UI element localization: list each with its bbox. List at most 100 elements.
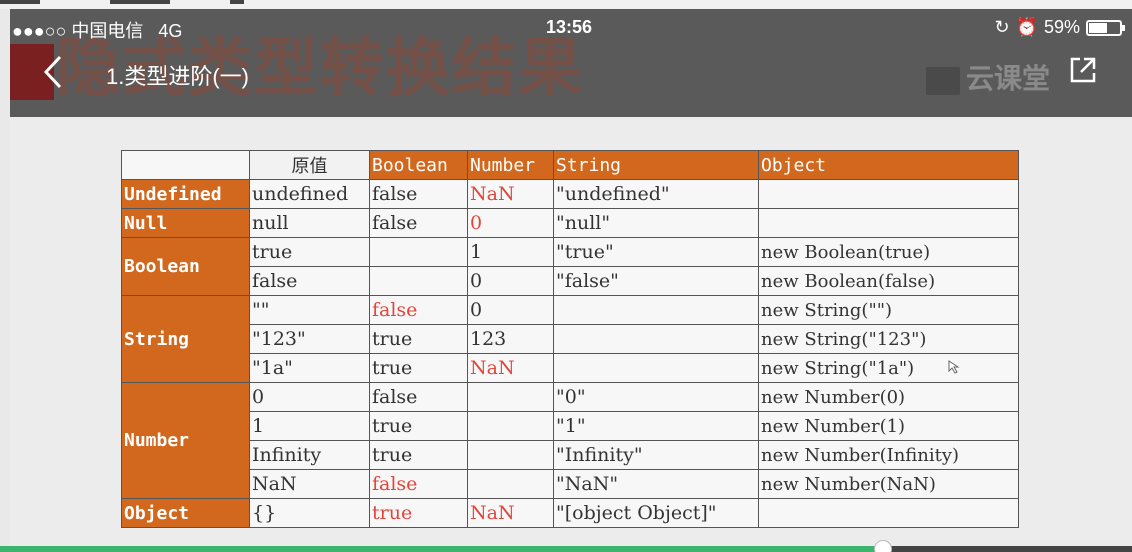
cell-boolean: false (369, 469, 468, 499)
battery-percent: 59% (1043, 17, 1080, 37)
strip-mark (110, 0, 170, 4)
back-icon[interactable] (42, 55, 64, 95)
cell-string: "undefined" (553, 179, 759, 209)
cell-number (467, 411, 554, 441)
cell-number: 1 (467, 237, 554, 267)
progress-handle[interactable] (873, 540, 892, 552)
header-string: String (553, 150, 759, 180)
cell-object (758, 498, 1019, 528)
nav-title: 1.类型进阶(一) (106, 64, 250, 89)
cell-boolean: false (369, 179, 468, 209)
cell-original: null (249, 208, 370, 238)
mouse-cursor-icon (948, 360, 960, 374)
cell-number: 123 (467, 324, 554, 354)
cell-number (467, 382, 554, 412)
cell-string: "1" (553, 411, 759, 441)
table-row: Null null false 0 "null" (121, 208, 1019, 238)
cell-string: "0" (553, 382, 759, 412)
cell-string: "false" (553, 266, 759, 296)
cell-string (553, 324, 759, 354)
table-header-row: 原值 Boolean Number String Object (121, 150, 1019, 180)
video-progress-bar[interactable] (0, 540, 1132, 552)
chevron-left-icon (43, 55, 62, 89)
nav-bar: 1.类型进阶(一) 云课堂 (10, 53, 1122, 95)
cell-object: new Number(Infinity) (758, 440, 1019, 470)
alarm-icon: ⏰ (1015, 17, 1038, 37)
cell-object: new String("") (758, 295, 1019, 325)
table-row: Undefined undefined false NaN "undefined… (121, 179, 1019, 209)
cell-object: new Number(NaN) (758, 469, 1019, 499)
cell-original: false (249, 266, 370, 296)
cell-boolean: true (369, 353, 468, 383)
status-left: ●●●○○ 中国电信 4G (12, 17, 182, 43)
share-icon[interactable] (1068, 55, 1098, 85)
progress-fill (0, 546, 883, 552)
carrier-label: ●●●○○ 中国电信 (12, 21, 144, 41)
cell-string: "null" (553, 208, 759, 238)
battery-fill (1089, 22, 1107, 33)
cell-boolean: true (369, 440, 468, 470)
table-row: "123" true 123 new String("123") (122, 324, 1019, 354)
table-row: Object {} true NaN "[object Object]" (121, 498, 1019, 528)
cell-original: {} (249, 498, 370, 528)
network-label: 4G (158, 21, 183, 41)
table-row: "1a" true NaN new String("1a") (122, 353, 1019, 383)
cell-original: "" (249, 295, 370, 325)
row-type-undefined: Undefined (121, 179, 250, 209)
cell-string: "Infinity" (553, 440, 759, 470)
cell-boolean: false (369, 208, 468, 238)
status-right: ↻ ⏰ 59% (994, 17, 1125, 38)
battery-icon (1086, 19, 1125, 36)
cell-object: new Number(1) (758, 411, 1019, 441)
cell-number: NaN (467, 179, 554, 209)
cell-boolean: true (369, 411, 468, 441)
cell-string: "[object Object]" (553, 498, 759, 528)
cell-object: new Boolean(false) (758, 266, 1019, 296)
header-object: Object (758, 150, 1019, 180)
table-row: Infinity true "Infinity" new Number(Infi… (122, 440, 1019, 470)
table-row: Number 0 false "0" new Number(0) (121, 382, 1019, 499)
cell-boolean (369, 266, 468, 296)
strip-mark (0, 0, 40, 4)
table-row: NaN false "NaN" new Number(NaN) (122, 469, 1019, 499)
cell-object: new Number(0) (758, 382, 1019, 412)
cell-string: "true" (553, 237, 759, 267)
cell-original: 1 (249, 411, 370, 441)
video-header: 隐式类型转换结果 ●●●○○ 中国电信 4G 13:56 ↻ ⏰ 59% 1.类… (10, 9, 1132, 117)
table-row: Boolean true 1 "true" new Boolean(true) (121, 237, 1019, 296)
brand-logo-icon (926, 66, 960, 95)
corner-cell (121, 150, 250, 180)
conversion-table: 原值 Boolean Number String Object Undefine… (121, 150, 1019, 528)
cell-object (758, 179, 1019, 209)
header-original: 原值 (249, 150, 370, 180)
cell-original: undefined (249, 179, 370, 209)
row-type-object: Object (121, 498, 250, 528)
brand-label: 云课堂 (966, 63, 1051, 94)
cell-boolean: false (369, 382, 468, 412)
header-boolean: Boolean (369, 150, 468, 180)
status-bar: ●●●○○ 中国电信 4G 13:56 ↻ ⏰ 59% (10, 17, 1125, 43)
cell-object: new Boolean(true) (758, 237, 1019, 267)
slide-content: 原值 Boolean Number String Object Undefine… (10, 117, 1132, 547)
top-strip (0, 0, 1132, 9)
cell-original: 0 (249, 382, 370, 412)
cell-original: "1a" (249, 353, 370, 383)
row-type-string: String (121, 295, 250, 383)
cell-number (467, 440, 554, 470)
table-row: 1 true "1" new Number(1) (122, 411, 1019, 441)
header-number: Number (467, 150, 554, 180)
rotation-lock-icon: ↻ (994, 17, 1010, 37)
cell-original: NaN (249, 469, 370, 499)
cell-string (553, 295, 759, 325)
cell-number: 0 (467, 266, 554, 296)
external-link-icon (1070, 57, 1096, 83)
cell-original: "123" (249, 324, 370, 354)
cell-object: new String("1a") (758, 353, 1019, 383)
cell-original: Infinity (249, 440, 370, 470)
brand-watermark: 云课堂 (926, 57, 1050, 97)
cell-boolean: true (369, 498, 468, 528)
cell-number (467, 469, 554, 499)
row-type-null: Null (121, 208, 250, 238)
table-row: false 0 "false" new Boolean(false) (122, 266, 1019, 296)
cell-boolean: true (369, 324, 468, 354)
